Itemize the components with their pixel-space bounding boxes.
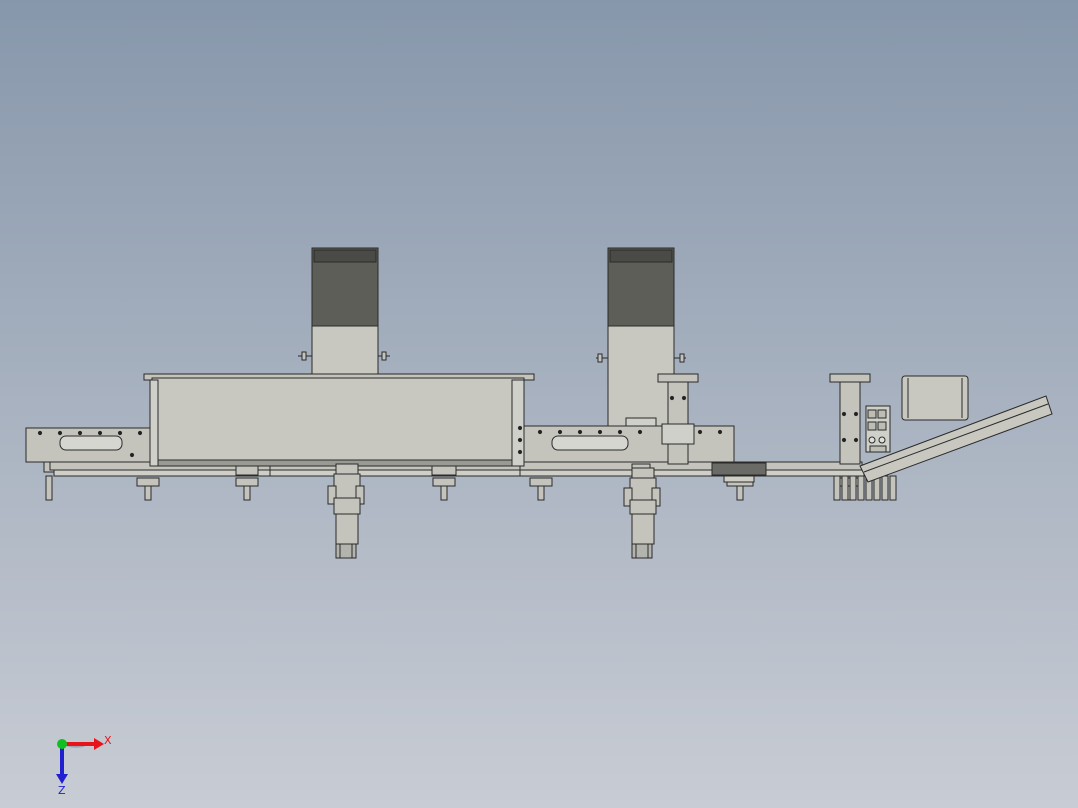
cad-viewport[interactable]: X Z <box>0 0 1078 808</box>
z-axis-label: Z <box>58 784 66 797</box>
right-lift-actuator <box>623 467 661 559</box>
z-arrowhead-icon <box>56 774 68 784</box>
hopper-box <box>901 375 969 421</box>
axis-triad: X Z <box>56 734 112 797</box>
middle-conveyor-frame <box>523 425 735 463</box>
cylinder-bundle <box>833 475 897 501</box>
x-axis-label: X <box>104 734 112 747</box>
rail-dark-block <box>711 462 767 483</box>
x-arrowhead-icon <box>94 738 104 750</box>
y-axis-point-icon <box>57 739 67 749</box>
right-support-post <box>829 373 871 465</box>
main-housing <box>143 373 535 467</box>
conveyor-assembly-model[interactable]: X Z <box>0 0 1078 808</box>
left-lift-actuator <box>327 463 365 559</box>
valve-cluster <box>865 405 891 453</box>
left-servo-motor <box>298 247 390 375</box>
